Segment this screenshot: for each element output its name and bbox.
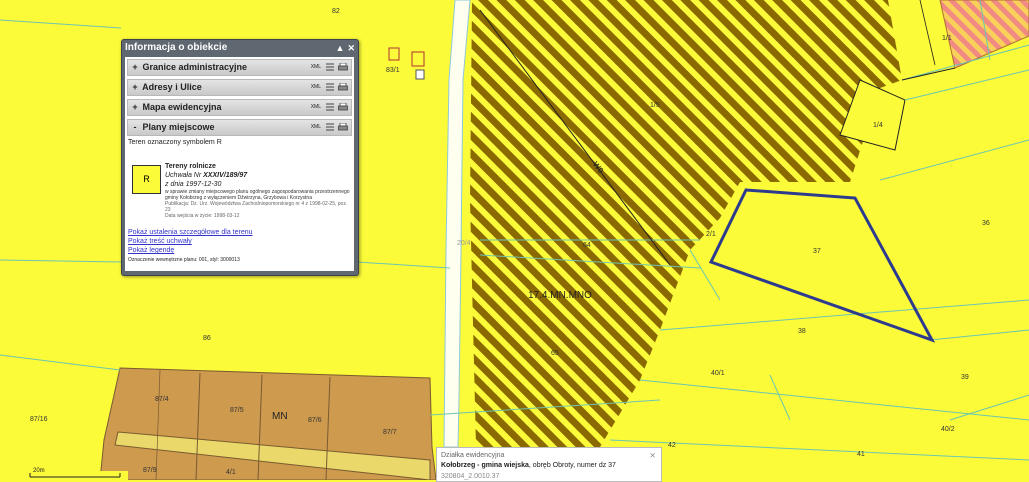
object-info-panel[interactable]: Informacja o obiekcie ▲ ✕ + Granice admin…: [121, 39, 359, 276]
scale-bar: 20m: [0, 468, 140, 480]
xml-export-button[interactable]: XML: [311, 100, 321, 115]
parcel-label: 87/9: [143, 467, 157, 474]
zone-name: Tereny rolnicze: [165, 163, 216, 170]
link-legend[interactable]: Pokaż legendę: [128, 246, 253, 255]
section-adresy-i-ulice[interactable]: + Adresy i Ulice XML: [127, 79, 352, 96]
parcel-label: 40/1: [711, 370, 725, 377]
faint-parcel-label: 20/4: [457, 240, 471, 247]
parcel-label: 36: [982, 220, 990, 227]
panel-titlebar[interactable]: Informacja o obiekcie ▲ ✕: [122, 40, 358, 56]
parcel-label: 65: [551, 350, 559, 357]
building-marker: [411, 51, 425, 67]
section-label: Mapa ewidencyjna: [142, 102, 222, 112]
print-icon[interactable]: [338, 83, 348, 91]
publication-info: Publikacja: Dz. Urz. Województwa Zachodn…: [165, 201, 348, 213]
parcel-label: 39: [961, 374, 969, 381]
panel-links: Pokaż ustalenia szczegółowe dla terenu P…: [128, 228, 253, 265]
panel-title: Informacja o obiekcie: [125, 42, 228, 53]
section-granice-administracyjne[interactable]: + Granice administracyjne XML: [127, 59, 352, 76]
parcel-label: 42: [668, 442, 676, 449]
popup-close-icon[interactable]: ⨯: [649, 451, 656, 460]
parcel-label: 40/2: [941, 426, 955, 433]
xml-export-button[interactable]: XML: [311, 120, 321, 135]
parcel-popup[interactable]: Działka ewidencyjna ⨯ Kołobrzeg - gmina …: [436, 447, 662, 482]
list-icon[interactable]: [326, 63, 334, 71]
collapse-icon[interactable]: ▲: [336, 43, 345, 53]
list-icon[interactable]: [326, 103, 334, 111]
parcel-label: 87/7: [383, 429, 397, 436]
close-icon[interactable]: ✕: [347, 43, 355, 53]
list-icon[interactable]: [326, 123, 334, 131]
internal-plan-note: Oznaczenie wewnętrzne planu: 001, styl: …: [128, 257, 240, 263]
resolution-description: w sprawie zmiany miejscowego planu ogóln…: [165, 189, 350, 201]
resolution-date: z dnia 1997-12-30: [165, 181, 222, 188]
zone-label: 17.4.MN.MNO: [528, 290, 592, 301]
print-icon[interactable]: [338, 103, 348, 111]
parcel-location: Kołobrzeg - gmina wiejska, obręb Obroty,…: [441, 462, 616, 469]
section-label: Granice administracyjne: [142, 62, 248, 72]
effective-date: Data wejścia w życie: 1998-03-12: [165, 213, 240, 219]
parcel-label: 1/5: [650, 102, 660, 109]
panel-body: + Granice administracyjne XML + Adresy i…: [125, 57, 354, 271]
link-resolution-text[interactable]: Pokaż treść uchwały: [128, 237, 253, 246]
parcel-label: 87/16: [30, 416, 48, 423]
zone-label: MN: [272, 411, 288, 422]
parcel-label: 83/1: [386, 67, 400, 74]
parcel-label: 86: [203, 335, 211, 342]
parcel-label: 2/1: [706, 231, 716, 238]
link-detailed-provisions[interactable]: Pokaż ustalenia szczegółowe dla terenu: [128, 228, 253, 237]
popup-header: Działka ewidencyjna: [441, 452, 505, 459]
expand-icon: +: [132, 102, 138, 112]
parcel-label: 37: [813, 248, 821, 255]
resolution-line: Uchwała Nr XXXIV/189/97: [165, 172, 248, 179]
parcel-label: 1/1: [942, 35, 952, 42]
xml-export-button[interactable]: XML: [311, 60, 321, 75]
zone-details: Tereny rolnicze Uchwała Nr XXXIV/189/97 …: [165, 162, 351, 219]
symbol-line: Teren oznaczony symbolem R: [128, 139, 222, 146]
parcel-id: 320804_2.0010.37: [441, 473, 500, 480]
print-icon[interactable]: [338, 63, 348, 71]
parcel-label: 4/1: [226, 469, 236, 476]
parcel-label: 87/5: [230, 407, 244, 414]
parcel-label: 87/6: [308, 417, 322, 424]
print-icon[interactable]: [338, 123, 348, 131]
collapse-section-icon: -: [133, 122, 137, 132]
section-label: Adresy i Ulice: [142, 82, 202, 92]
building-marker: [388, 47, 400, 61]
expand-icon: +: [132, 82, 138, 92]
expand-icon: +: [132, 62, 138, 72]
section-plany-miejscowe[interactable]: - Plany miejscowe XML: [127, 119, 352, 136]
xml-export-button[interactable]: XML: [311, 80, 321, 95]
parcel-label: 41: [857, 451, 865, 458]
list-icon[interactable]: [326, 83, 334, 91]
section-label: Plany miejscowe: [142, 122, 215, 132]
section-mapa-ewidencyjna[interactable]: + Mapa ewidencyjna XML: [127, 99, 352, 116]
parcel-label: 87/4: [155, 396, 169, 403]
zone-symbol-swatch: R: [132, 165, 161, 194]
parcel-label: 64: [583, 242, 591, 249]
scale-label: 20m: [33, 468, 45, 474]
parcel-label: 82: [332, 8, 340, 15]
parcel-label: 38: [798, 328, 806, 335]
parcel-label: 1/4: [873, 122, 883, 129]
